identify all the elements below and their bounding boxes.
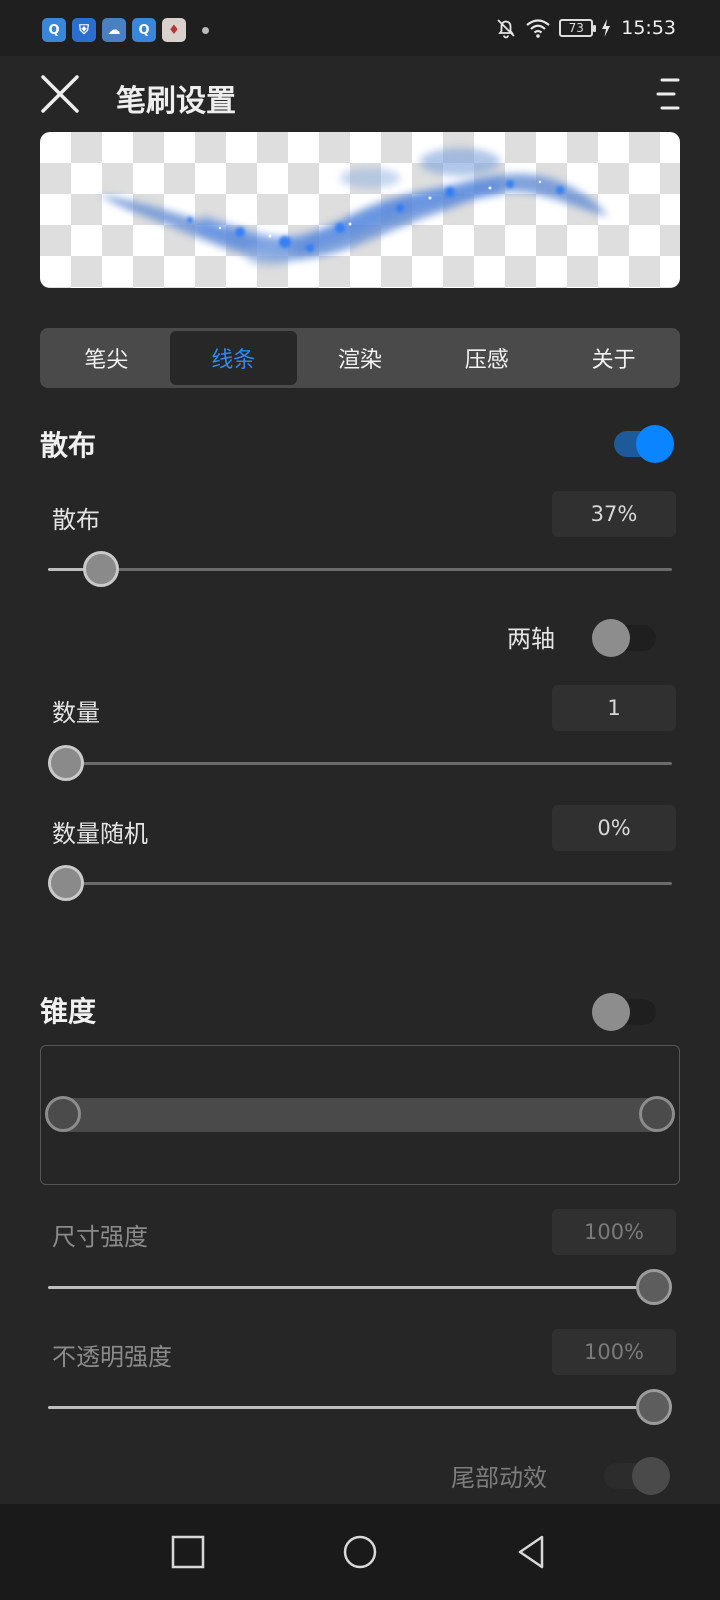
back-triangle-icon	[518, 1535, 544, 1569]
scatter-label: 散布	[52, 506, 100, 534]
scatter-toggle[interactable]	[608, 421, 674, 463]
size-strength-value[interactable]: 100%	[552, 1209, 676, 1255]
recent-apps-button[interactable]	[168, 1532, 208, 1572]
tab-brush-tip[interactable]: 笔尖	[43, 331, 170, 385]
more-notifications-dot	[202, 26, 209, 34]
charging-icon	[602, 19, 611, 37]
opacity-strength-slider-thumb[interactable]	[636, 1389, 672, 1425]
count-value[interactable]: 1	[552, 685, 676, 731]
tab-pressure[interactable]: 压感	[423, 331, 550, 385]
shield-app-icon: ⛨	[72, 18, 96, 42]
count-slider[interactable]	[48, 745, 672, 781]
menu-button[interactable]	[652, 72, 686, 116]
brush-preview	[40, 132, 680, 288]
two-axis-label: 两轴	[507, 625, 555, 653]
two-axis-toggle[interactable]	[592, 615, 658, 657]
opacity-strength-label: 不透明强度	[52, 1343, 172, 1371]
circle-icon	[343, 1535, 377, 1569]
status-bar: Q ⛨ ☁ Q ♦ 73 15:53	[0, 0, 720, 56]
count-random-value[interactable]: 0%	[552, 805, 676, 851]
menu-icon	[656, 78, 680, 110]
page-title: 笔刷设置	[116, 84, 236, 119]
count-label: 数量	[52, 699, 100, 727]
tab-render[interactable]: 渲染	[297, 331, 424, 385]
opacity-strength-value[interactable]: 100%	[552, 1329, 676, 1375]
size-strength-label: 尺寸强度	[52, 1223, 148, 1251]
header: 笔刷设置	[0, 56, 720, 132]
square-icon	[171, 1535, 205, 1569]
tail-effect-toggle[interactable]	[604, 1453, 678, 1495]
close-button[interactable]	[34, 68, 86, 120]
system-status: 73 15:53	[495, 17, 676, 39]
scatter-value[interactable]: 37%	[552, 491, 676, 537]
tab-about[interactable]: 关于	[550, 331, 677, 385]
wifi-icon	[526, 19, 550, 38]
taper-end-handle[interactable]	[639, 1096, 675, 1132]
tab-bar: 笔尖 线条 渲染 压感 关于	[40, 328, 680, 388]
taper-section-title: 锥度	[40, 995, 97, 1028]
size-strength-slider[interactable]	[48, 1269, 672, 1305]
q-app-icon: Q	[42, 18, 66, 42]
taper-start-handle[interactable]	[45, 1096, 81, 1132]
count-random-label: 数量随机	[52, 820, 148, 848]
count-random-slider[interactable]	[48, 865, 672, 901]
q-app-icon: Q	[132, 18, 156, 42]
close-icon	[41, 75, 79, 113]
home-button[interactable]	[340, 1532, 380, 1572]
clock: 15:53	[621, 17, 676, 39]
scatter-section-title: 散布	[40, 429, 97, 462]
size-strength-slider-thumb[interactable]	[636, 1269, 672, 1305]
card-app-icon: ♦	[162, 18, 186, 42]
tab-stroke[interactable]: 线条	[169, 331, 297, 385]
taper-range-editor	[40, 1045, 680, 1185]
brush-stroke-preview	[100, 148, 608, 266]
back-button[interactable]	[512, 1532, 552, 1572]
bell-off-icon	[497, 19, 515, 39]
notification-icons: Q ⛨ ☁ Q ♦	[42, 18, 209, 42]
taper-toggle[interactable]	[592, 989, 658, 1031]
weather-app-icon: ☁	[102, 18, 126, 42]
taper-range-bar[interactable]	[63, 1098, 659, 1132]
count-random-slider-thumb[interactable]	[48, 865, 84, 901]
tail-effect-label: 尾部动效	[451, 1464, 547, 1492]
opacity-strength-slider[interactable]	[48, 1389, 672, 1425]
count-slider-thumb[interactable]	[48, 745, 84, 781]
scatter-slider[interactable]	[48, 551, 672, 587]
battery-indicator: 73	[559, 19, 597, 37]
scatter-slider-thumb[interactable]	[83, 551, 119, 587]
system-navigation-bar	[0, 1504, 720, 1600]
